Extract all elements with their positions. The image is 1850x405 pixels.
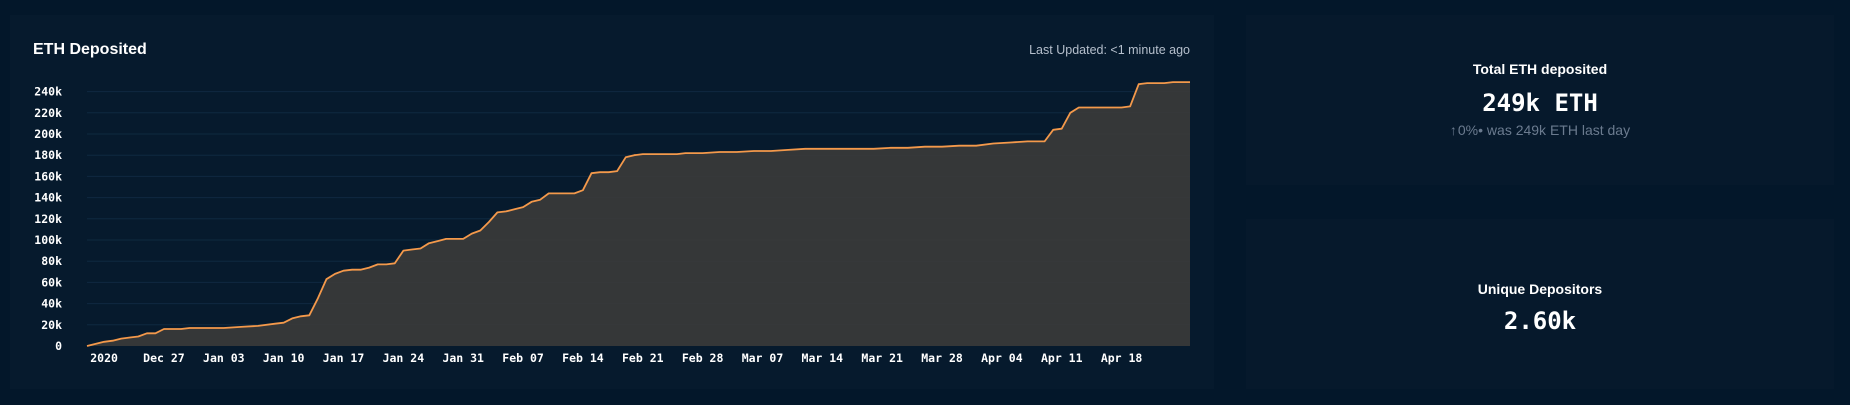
x-tick-label: Feb 14 bbox=[562, 351, 604, 365]
x-tick-label: Dec 27 bbox=[143, 351, 185, 365]
y-tick-label: 120k bbox=[34, 212, 62, 226]
y-tick-label: 20k bbox=[41, 318, 62, 332]
x-tick-label: Feb 07 bbox=[502, 351, 544, 365]
unique-depositors-label: Unique Depositors bbox=[1477, 281, 1603, 297]
x-tick-label: Apr 11 bbox=[1041, 351, 1083, 365]
eth-deposited-chart: 0 20k 40k 60k 80k 100k 120k 140k 160k 180k 200k 220… bbox=[34, 81, 1190, 365]
total-eth-change: ↑0%• was 249k ETH last day bbox=[1246, 122, 1834, 138]
x-tick-label: Jan 31 bbox=[442, 351, 484, 365]
x-tick-label: Jan 10 bbox=[263, 351, 305, 365]
y-tick-label: 140k bbox=[34, 191, 62, 205]
eth-deposited-chart-card: 0 20k 40k 60k 80k 100k 120k 140k 160k 180k 200k 220… bbox=[10, 15, 1214, 389]
change-comparison: • was 249k ETH last day bbox=[1478, 122, 1631, 138]
y-tick-label: 60k bbox=[41, 275, 62, 289]
x-tick-label: Jan 03 bbox=[203, 351, 245, 365]
x-tick-label: Jan 17 bbox=[323, 351, 365, 365]
y-tick-label: 200k bbox=[34, 127, 62, 141]
y-tick-label: 80k bbox=[41, 254, 62, 268]
x-tick-label: Feb 28 bbox=[682, 351, 724, 365]
y-tick-label: 100k bbox=[34, 233, 62, 247]
y-tick-label: 180k bbox=[34, 148, 62, 162]
x-tick-label: Jan 24 bbox=[383, 351, 425, 365]
x-tick-label: 2020 bbox=[90, 351, 118, 365]
dashboard: 0 20k 40k 60k 80k 100k 120k 140k 160k 180k 200k 220… bbox=[0, 0, 1850, 405]
total-eth-deposited-card: Total ETH deposited 249k ETH ↑0%• was 24… bbox=[1246, 15, 1834, 185]
last-updated-text: Last Updated: <1 minute ago bbox=[1029, 43, 1190, 57]
x-tick-label: Feb 21 bbox=[622, 351, 664, 365]
total-eth-value: 249k ETH bbox=[1482, 89, 1598, 117]
y-tick-label: 160k bbox=[34, 169, 62, 183]
x-tick-label: Mar 28 bbox=[921, 351, 963, 365]
series-area bbox=[87, 82, 1190, 346]
x-tick-label: Mar 14 bbox=[802, 351, 844, 365]
y-tick-label: 40k bbox=[41, 297, 62, 311]
total-eth-label: Total ETH deposited bbox=[1472, 61, 1608, 77]
y-tick-label: 220k bbox=[34, 106, 62, 120]
x-tick-label: Mar 07 bbox=[742, 351, 784, 365]
unique-depositors-card: Unique Depositors 2.60k bbox=[1246, 219, 1834, 389]
chart-title: ETH Deposited bbox=[33, 41, 147, 58]
x-tick-label: Apr 04 bbox=[981, 351, 1023, 365]
y-tick-label: 0 bbox=[55, 339, 62, 353]
unique-depositors-value: 2.60k bbox=[1503, 307, 1577, 335]
x-tick-label: Mar 21 bbox=[861, 351, 903, 365]
arrow-up-icon: ↑ bbox=[1449, 122, 1457, 138]
change-percent: 0% bbox=[1457, 122, 1479, 138]
x-tick-label: Apr 18 bbox=[1101, 351, 1143, 365]
y-tick-label: 240k bbox=[34, 85, 62, 99]
